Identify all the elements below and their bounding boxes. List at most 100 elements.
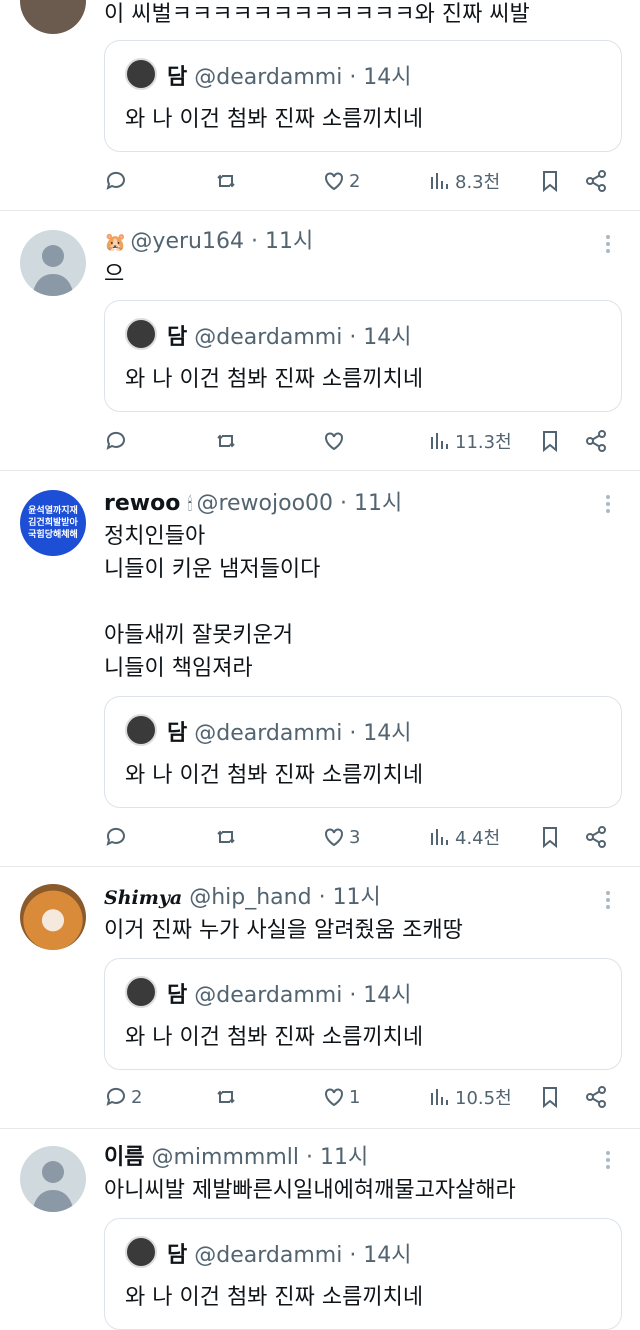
- retweet-button[interactable]: [214, 1082, 238, 1112]
- avatar: [125, 58, 157, 90]
- tweet-text: 이 씨벌ㅋㅋㅋㅋㅋㅋㅋㅋㅋㅋㅋㅋ와 진짜 씨발: [104, 2, 530, 27]
- quoted-name: 담: [167, 1243, 188, 1268]
- tweet[interactable]: Shimya @hip_hand · 11시 이거 진짜 누가 사실을 알려줬움…: [0, 868, 640, 1129]
- retweet-button[interactable]: [214, 426, 238, 456]
- views-button[interactable]: 8.3천: [428, 166, 500, 196]
- timestamp[interactable]: · 11시: [319, 885, 381, 910]
- like-button[interactable]: 3: [322, 822, 360, 852]
- quoted-tweet[interactable]: 담 @deardammi · 14시 와 나 이건 첨봐 진짜 소름끼치네: [104, 696, 622, 808]
- quoted-text: 와 나 이건 첨봐 진짜 소름끼치네: [125, 107, 424, 132]
- views-button[interactable]: 4.4천: [428, 822, 500, 852]
- tweet[interactable]: 이름 @mimmmmll · 11시 아니씨발 제발빠른시일내에혀깨물고자살해라…: [0, 1130, 640, 1330]
- handle[interactable]: @mimmmmll: [151, 1145, 299, 1170]
- bookmark-button[interactable]: [538, 426, 562, 456]
- more-icon[interactable]: [606, 232, 612, 256]
- views-button[interactable]: 10.5천: [428, 1082, 512, 1112]
- tweet[interactable]: 🐹 @yeru164 · 11시 으 담 @deardammi · 14시 와 나…: [0, 212, 640, 471]
- quoted-name: 담: [167, 325, 188, 350]
- handle[interactable]: @rewojoo00: [196, 491, 333, 516]
- quoted-text: 와 나 이건 첨봐 진짜 소름끼치네: [125, 763, 424, 788]
- display-name[interactable]: rewoo: [104, 491, 180, 516]
- avatar[interactable]: [20, 884, 86, 950]
- heart-icon: [325, 432, 343, 451]
- action-bar: 3 4.4천: [104, 822, 616, 852]
- share-button[interactable]: [584, 1082, 608, 1112]
- reply-button[interactable]: 2: [104, 1082, 142, 1112]
- reply-button[interactable]: [104, 166, 131, 196]
- like-button[interactable]: 1: [322, 1082, 360, 1112]
- avatar[interactable]: [20, 0, 86, 34]
- avatar: [125, 318, 157, 350]
- avatar[interactable]: [20, 1146, 86, 1212]
- avatar: [125, 1236, 157, 1268]
- share-icon: [586, 430, 606, 452]
- handle[interactable]: @hip_hand: [189, 885, 311, 910]
- quoted-handle: @deardammi: [194, 721, 343, 746]
- more-icon[interactable]: [606, 888, 612, 912]
- quoted-text: 와 나 이건 첨봐 진짜 소름끼치네: [125, 1285, 424, 1310]
- bookmark-button[interactable]: [538, 1082, 562, 1112]
- timestamp[interactable]: · 11시: [306, 1145, 368, 1170]
- reply-icon: [106, 1087, 125, 1106]
- default-avatar-icon: [32, 1161, 74, 1212]
- bookmark-icon: [543, 1087, 557, 1109]
- avatar-text: 윤석열까지재 김건희발받아 국힘당해체해: [28, 506, 78, 540]
- quoted-tweet[interactable]: 담 @deardammi · 14시 와 나 이건 첨봐 진짜 소름끼치네: [104, 300, 622, 412]
- views-icon: [431, 173, 448, 189]
- reply-button[interactable]: [104, 426, 128, 456]
- views-icon: [431, 829, 448, 845]
- retweet-button[interactable]: [214, 166, 241, 196]
- share-icon: [586, 170, 606, 192]
- profile-emoji: 🕯: [187, 494, 193, 515]
- heart-icon: [325, 172, 343, 191]
- share-icon: [586, 1086, 606, 1108]
- share-icon: [586, 826, 606, 848]
- display-name[interactable]: 이름: [104, 1145, 144, 1170]
- more-icon[interactable]: [606, 492, 612, 516]
- tweet-text: 아니씨발 제발빠른시일내에혀깨물고자살해라: [104, 1178, 516, 1203]
- quoted-time: · 14시: [349, 65, 412, 90]
- quoted-tweet[interactable]: 담 @deardammi · 14시 와 나 이건 첨봐 진짜 소름끼치네: [104, 958, 622, 1070]
- tweet[interactable]: 윤석열까지재 김건희발받아 국힘당해체해 rewoo 🕯 @rewojoo00 ·…: [0, 472, 640, 867]
- avatar: [125, 976, 157, 1008]
- quoted-tweet[interactable]: 담 @deardammi · 14시 와 나 이건 첨봐 진짜 소름끼치네: [104, 1218, 622, 1330]
- quoted-handle: @deardammi: [194, 65, 343, 90]
- share-button[interactable]: [584, 426, 608, 456]
- quoted-text: 와 나 이건 첨봐 진짜 소름끼치네: [125, 367, 424, 392]
- action-bar: 2 1 10.5천: [104, 1082, 616, 1112]
- display-name[interactable]: Shimya: [104, 887, 182, 909]
- retweet-button[interactable]: [214, 822, 238, 852]
- heart-icon: [325, 828, 343, 847]
- like-button[interactable]: [322, 426, 346, 456]
- bookmark-icon: [543, 171, 557, 193]
- like-button[interactable]: 2: [322, 166, 360, 196]
- handle[interactable]: @yeru164: [130, 229, 244, 254]
- bookmark-button[interactable]: [538, 822, 562, 852]
- reply-icon: [106, 827, 125, 846]
- quoted-time: · 14시: [349, 721, 412, 746]
- quoted-text: 와 나 이건 첨봐 진짜 소름끼치네: [125, 1025, 424, 1050]
- bookmark-icon: [543, 431, 557, 453]
- retweet-icon: [217, 174, 235, 188]
- tweet-text: 으: [104, 262, 125, 287]
- quoted-time: · 14시: [349, 983, 412, 1008]
- share-button[interactable]: [584, 166, 608, 196]
- views-icon: [431, 433, 448, 449]
- reply-button[interactable]: [104, 822, 128, 852]
- tweet[interactable]: 이 씨벌ㅋㅋㅋㅋㅋㅋㅋㅋㅋㅋㅋㅋ와 진짜 씨발 담 @deardammi · 1…: [0, 0, 640, 211]
- reply-icon: [106, 171, 125, 190]
- tweet-text: 정치인들아 니들이 키운 냄저들이다 아들새끼 잘못키운거 니들이 책임져라: [104, 524, 321, 681]
- bookmark-button[interactable]: [538, 166, 562, 196]
- more-icon[interactable]: [606, 1148, 612, 1172]
- quoted-tweet[interactable]: 담 @deardammi · 14시 와 나 이건 첨봐 진짜 소름끼치네: [104, 40, 622, 152]
- avatar[interactable]: [20, 230, 86, 296]
- quoted-handle: @deardammi: [194, 1243, 343, 1268]
- heart-icon: [325, 1088, 343, 1107]
- views-button[interactable]: 11.3천: [428, 426, 512, 456]
- action-bar: 11.3천: [104, 426, 616, 456]
- timestamp[interactable]: · 11시: [340, 491, 402, 516]
- timestamp[interactable]: · 11시: [251, 229, 313, 254]
- share-button[interactable]: [584, 822, 608, 852]
- avatar[interactable]: 윤석열까지재 김건희발받아 국힘당해체해: [20, 490, 86, 556]
- avatar: [125, 714, 157, 746]
